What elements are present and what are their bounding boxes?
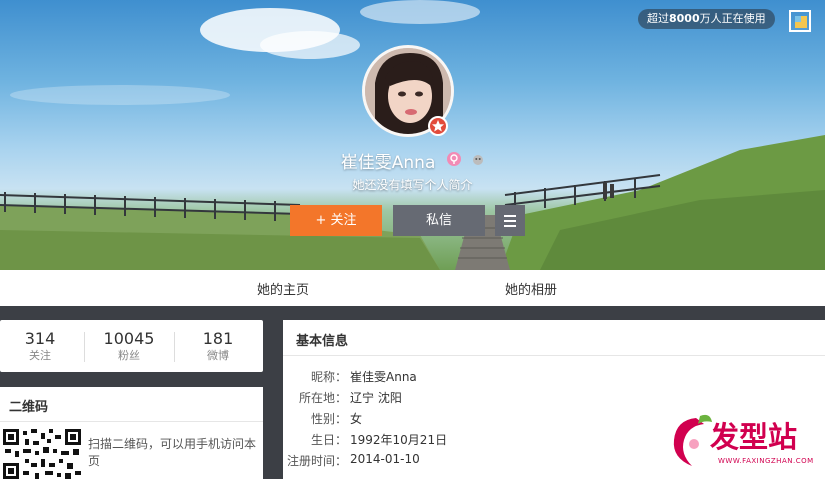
stat-divider — [174, 332, 175, 362]
info-label: 注册时间： — [286, 454, 347, 468]
user-count-badge: 超过8000万人正在使用 — [638, 9, 775, 29]
info-row-registered: 注册时间： 2014-01-10 — [283, 452, 583, 469]
badge-suffix: 万人正在使用 — [699, 12, 766, 25]
stats-panel: 314 关注 10045 粉丝 181 微博 — [0, 320, 263, 372]
follow-button[interactable]: + 关注 — [290, 205, 382, 236]
skin-template-icon[interactable] — [789, 10, 811, 32]
divider — [0, 421, 263, 422]
profile-bio: 她还没有填写个人简介 — [352, 178, 473, 192]
watermark-url: WWW.FAXINGZHAN.COM — [718, 457, 814, 465]
stat-following[interactable]: 314 关注 — [0, 330, 80, 364]
watermark-logo: 发型站 WWW.FAXINGZHAN.COM — [666, 410, 821, 474]
profile-nav: 她的主页 她的相册 — [0, 270, 825, 306]
info-label: 性别： — [310, 412, 347, 426]
info-value: 崔佳雯Anna — [350, 370, 417, 384]
info-row-gender: 性别： 女 — [283, 410, 583, 427]
qr-description: 扫描二维码，可以用手机访问本页 — [88, 437, 257, 468]
stat-followers[interactable]: 10045 粉丝 — [89, 330, 169, 364]
message-button[interactable]: 私信 — [393, 205, 485, 236]
info-label: 生日： — [310, 433, 347, 447]
stat-following-value: 314 — [24, 329, 56, 348]
info-row-birthday: 生日： 1992年10月21日 — [283, 431, 583, 448]
tab-home[interactable]: 她的主页 — [257, 279, 309, 298]
stat-weibo[interactable]: 181 微博 — [178, 330, 258, 364]
divider — [283, 355, 825, 356]
flower-logo-icon — [673, 414, 712, 466]
info-label: 昵称： — [310, 370, 347, 384]
verified-star-icon — [428, 116, 448, 136]
badge-prefix: 超过 — [647, 12, 669, 25]
info-row-location: 所在地： 辽宁 沈阳 — [283, 389, 583, 406]
profile-page: 超过8000万人正在使用 崔佳雯Anna 她还没有填写个人简介 + 关注 私信 … — [0, 0, 825, 479]
level-icon — [472, 151, 484, 171]
cover-banner: 超过8000万人正在使用 崔佳雯Anna 她还没有填写个人简介 + 关注 私信 — [0, 0, 825, 270]
stat-weibo-label: 微博 — [207, 349, 229, 362]
info-value: 1992年10月21日 — [350, 433, 448, 447]
info-label: 所在地： — [298, 391, 347, 405]
info-row-nickname: 昵称： 崔佳雯Anna — [283, 368, 583, 385]
stat-followers-label: 粉丝 — [118, 349, 140, 362]
info-value: 2014-01-10 — [350, 452, 420, 466]
basic-info-title: 基本信息 — [296, 334, 349, 349]
stat-weibo-value: 181 — [202, 329, 234, 348]
more-menu-button[interactable] — [495, 205, 525, 236]
stat-followers-value: 10045 — [103, 329, 155, 348]
qr-code-image — [3, 429, 83, 479]
profile-name-row: 崔佳雯Anna — [0, 148, 825, 173]
info-value: 辽宁 沈阳 — [350, 391, 402, 405]
tab-album[interactable]: 她的相册 — [505, 279, 557, 298]
menu-icon — [495, 205, 525, 227]
badge-count: 8000 — [669, 12, 700, 25]
profile-name: 崔佳雯Anna — [340, 153, 436, 173]
female-gender-icon — [446, 151, 461, 171]
stat-divider — [84, 332, 85, 362]
info-value: 女 — [350, 412, 363, 426]
stat-following-label: 关注 — [29, 349, 51, 362]
watermark-brand: 发型站 — [710, 420, 798, 454]
qr-title: 二维码 — [9, 400, 49, 415]
